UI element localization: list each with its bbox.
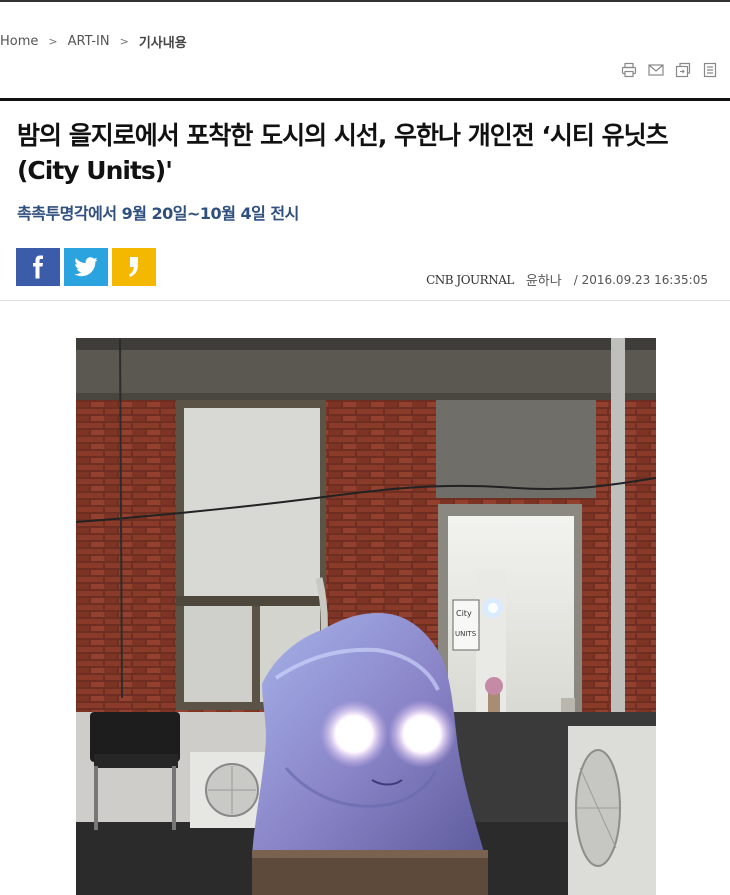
top-rule bbox=[0, 0, 730, 2]
press-logo[interactable]: CNB JOURNAL bbox=[426, 273, 514, 287]
breadcrumb-home[interactable]: Home bbox=[0, 34, 38, 49]
photo-sign-line2: UNITS bbox=[455, 630, 477, 638]
exhibition-photo: City UNITS bbox=[76, 338, 656, 895]
print-icon[interactable] bbox=[621, 62, 637, 78]
meta-rule bbox=[0, 300, 730, 301]
save-icon[interactable] bbox=[675, 62, 691, 78]
list-icon[interactable] bbox=[702, 62, 718, 78]
share-buttons bbox=[16, 248, 156, 286]
breadcrumb-separator: > bbox=[48, 35, 58, 48]
breadcrumb-current: 기사내용 bbox=[138, 36, 187, 51]
kakaostory-icon bbox=[129, 257, 138, 277]
article-photo: City UNITS bbox=[76, 338, 656, 895]
facebook-share-button[interactable] bbox=[16, 248, 60, 286]
email-icon[interactable] bbox=[648, 62, 664, 78]
twitter-icon bbox=[74, 257, 98, 277]
article-title: 밤의 을지로에서 포착한 도시의 시선, 우한나 개인전 ‘시티 유닛츠(Cit… bbox=[17, 121, 669, 185]
kakaostory-share-button[interactable] bbox=[112, 248, 156, 286]
breadcrumb-section[interactable]: ART-IN bbox=[68, 34, 110, 49]
twitter-share-button[interactable] bbox=[64, 248, 108, 286]
reporter-name[interactable]: 윤하나 bbox=[526, 270, 562, 289]
breadcrumb: Home > ART-IN > 기사내용 bbox=[0, 32, 187, 51]
photo-sign-line1: City bbox=[456, 609, 472, 618]
article-subtitle: 촉촉투명각에서 9월 20일~10월 4일 전시 bbox=[17, 204, 299, 223]
publish-date: / 2016.09.23 16:35:05 bbox=[573, 272, 708, 287]
facebook-icon bbox=[33, 255, 43, 279]
article-tools bbox=[621, 62, 718, 78]
breadcrumb-separator: > bbox=[119, 35, 129, 48]
article-byline: CNB JOURNAL 윤하나 / 2016.09.23 16:35:05 bbox=[426, 270, 708, 290]
header-rule bbox=[0, 98, 730, 101]
